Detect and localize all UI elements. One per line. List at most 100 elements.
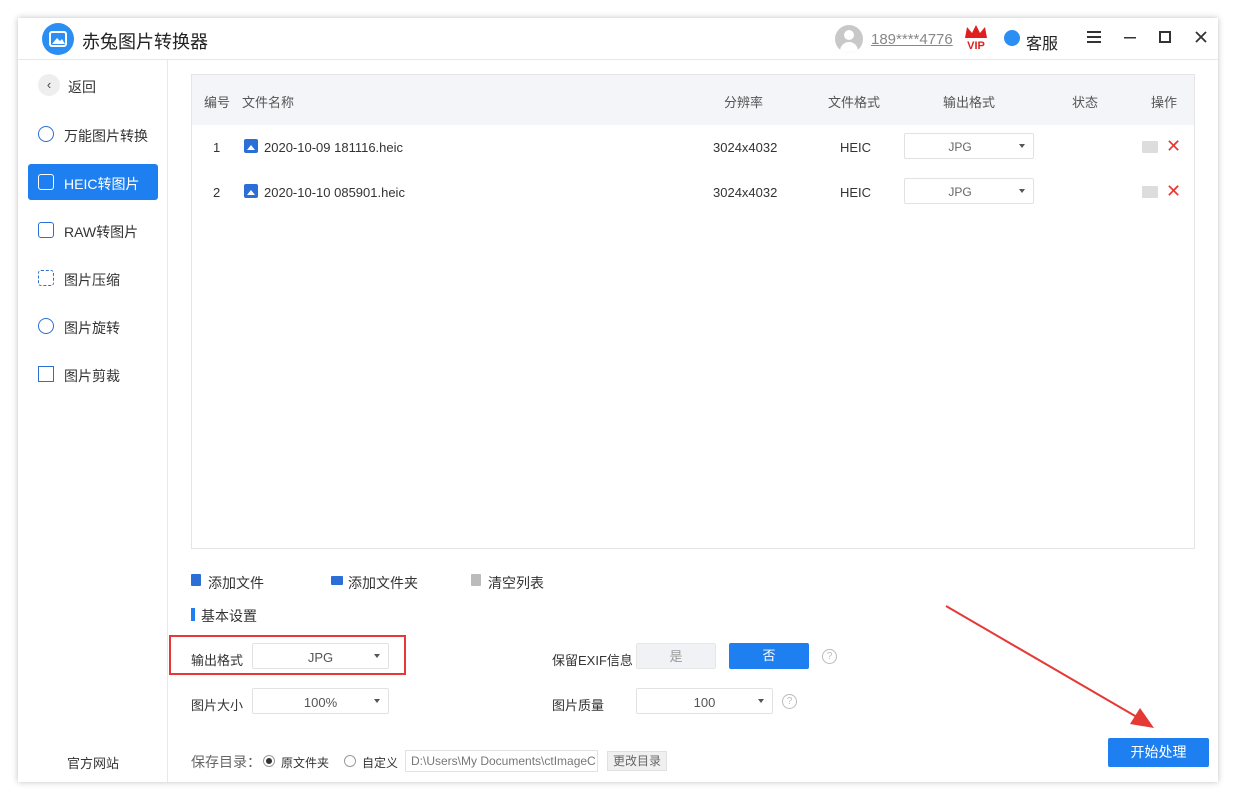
sidebar-item-crop[interactable]: 图片剪裁 xyxy=(28,356,158,392)
caret-down-icon xyxy=(374,654,380,658)
header-status: 状态 xyxy=(1072,95,1099,110)
minimize-icon[interactable] xyxy=(1119,28,1141,50)
clear-list-label: 清空列表 xyxy=(488,575,544,591)
table-header: 编号 文件名称 分辨率 文件格式 输出格式 状态 操作 xyxy=(192,75,1194,125)
open-folder-icon[interactable] xyxy=(1142,186,1158,198)
maximize-icon[interactable] xyxy=(1154,28,1176,50)
header-action: 操作 xyxy=(1151,95,1178,110)
caret-down-icon xyxy=(1019,144,1025,148)
row-output-select[interactable]: JPG xyxy=(904,178,1034,204)
raw-icon xyxy=(38,222,54,238)
app-window: 赤兔图片转换器 189****4776 VIP 客服 ‹ 返回 万能图片转换 H… xyxy=(18,18,1218,782)
row-output-select[interactable]: JPG xyxy=(904,133,1034,159)
sidebar-item-label: 图片旋转 xyxy=(64,320,120,336)
sidebar-item-heic[interactable]: HEIC转图片 xyxy=(28,164,158,200)
user-account-link[interactable]: 189****4776 xyxy=(871,31,953,48)
table-row: 2 2020-10-10 085901.heic 3024x4032 HEIC … xyxy=(192,170,1194,215)
image-file-icon xyxy=(244,139,258,153)
settings-title: 基本设置 xyxy=(191,606,257,626)
caret-down-icon xyxy=(374,699,380,703)
open-folder-icon[interactable] xyxy=(1142,141,1158,153)
quality-label: 图片质量 xyxy=(552,698,605,713)
sidebar-item-universal-convert[interactable]: 万能图片转换 xyxy=(28,116,158,152)
delete-icon[interactable]: ✕ xyxy=(1166,180,1181,202)
row-output-value: JPG xyxy=(948,140,972,154)
header-index: 编号 xyxy=(204,95,231,110)
customer-service-icon[interactable] xyxy=(1004,30,1020,46)
sidebar-item-label: 图片压缩 xyxy=(64,272,120,288)
radio-custom-folder[interactable] xyxy=(344,755,356,767)
original-folder-label[interactable]: 原文件夹 xyxy=(281,754,329,771)
sidebar: ‹ 返回 万能图片转换 HEIC转图片 RAW转图片 图片压缩 图片旋转 图片剪… xyxy=(18,60,168,782)
row-resolution: 3024x4032 xyxy=(713,140,778,155)
close-icon[interactable] xyxy=(1190,28,1212,50)
exif-no-button[interactable]: 否 xyxy=(729,643,809,669)
user-avatar[interactable] xyxy=(835,25,863,53)
output-format-value: JPG xyxy=(307,650,334,665)
add-file-icon xyxy=(191,574,201,586)
table-row: 1 2020-10-09 181116.heic 3024x4032 HEIC … xyxy=(192,125,1194,170)
header-filename: 文件名称 xyxy=(242,95,295,110)
compress-icon xyxy=(38,270,54,286)
add-folder-icon xyxy=(331,576,343,585)
help-icon[interactable]: ? xyxy=(822,649,837,664)
add-folder-label: 添加文件夹 xyxy=(348,575,418,591)
change-directory-button[interactable]: 更改目录 xyxy=(607,751,667,771)
chevron-left-icon: ‹ xyxy=(38,74,60,96)
save-path-field[interactable]: D:\Users\My Documents\ctImageC xyxy=(405,750,598,772)
broom-icon xyxy=(471,574,481,586)
rotate-icon xyxy=(38,318,54,334)
vip-crown-icon[interactable]: VIP xyxy=(963,24,989,54)
image-convert-icon xyxy=(38,126,54,142)
sidebar-item-rotate[interactable]: 图片旋转 xyxy=(28,308,158,344)
radio-original-folder[interactable] xyxy=(263,755,275,767)
row-format: HEIC xyxy=(840,185,872,200)
header-format: 文件格式 xyxy=(828,95,881,110)
official-website-link[interactable]: 官方网站 xyxy=(18,753,168,772)
image-size-label: 图片大小 xyxy=(191,698,244,713)
output-format-label: 输出格式 xyxy=(191,653,244,668)
image-size-select[interactable]: 100% xyxy=(252,688,389,714)
menu-icon[interactable] xyxy=(1083,28,1105,50)
quality-select[interactable]: 100 xyxy=(636,688,773,714)
image-size-value: 100% xyxy=(303,695,338,710)
image-file-icon xyxy=(244,184,258,198)
title-bar: 赤兔图片转换器 189****4776 VIP 客服 xyxy=(18,18,1218,60)
add-file-label: 添加文件 xyxy=(208,575,264,591)
vip-badge-label: VIP xyxy=(967,40,985,52)
sidebar-item-label: RAW转图片 xyxy=(64,224,139,240)
settings-title-text: 基本设置 xyxy=(201,608,257,624)
save-directory-label: 保存目录： xyxy=(191,754,261,770)
row-resolution: 3024x4032 xyxy=(713,185,778,200)
app-logo-icon xyxy=(42,23,74,55)
sidebar-item-label: 万能图片转换 xyxy=(64,128,148,144)
caret-down-icon xyxy=(758,699,764,703)
app-title: 赤兔图片转换器 xyxy=(82,32,208,52)
caret-down-icon xyxy=(1019,189,1025,193)
custom-folder-label[interactable]: 自定义 xyxy=(362,754,398,771)
back-label: 返回 xyxy=(68,79,96,95)
row-filename: 2020-10-09 181116.heic xyxy=(264,140,404,155)
sidebar-item-raw[interactable]: RAW转图片 xyxy=(28,212,158,248)
row-format: HEIC xyxy=(840,140,872,155)
row-index: 1 xyxy=(213,140,221,155)
sidebar-item-compress[interactable]: 图片压缩 xyxy=(28,260,158,296)
file-table: 编号 文件名称 分辨率 文件格式 输出格式 状态 操作 1 2020-10-09… xyxy=(191,74,1195,549)
output-format-select[interactable]: JPG xyxy=(252,643,389,669)
help-icon[interactable]: ? xyxy=(782,694,797,709)
exif-yes-button[interactable]: 是 xyxy=(636,643,716,669)
start-process-button[interactable]: 开始处理 xyxy=(1108,738,1209,767)
row-index: 2 xyxy=(213,185,221,200)
keep-exif-label: 保留EXIF信息 xyxy=(552,653,633,668)
customer-service-label[interactable]: 客服 xyxy=(1026,30,1058,54)
sidebar-item-label: HEIC转图片 xyxy=(64,176,140,192)
sidebar-item-label: 图片剪裁 xyxy=(64,368,120,384)
crop-icon xyxy=(38,366,54,382)
header-resolution: 分辨率 xyxy=(724,95,764,110)
heic-icon xyxy=(38,174,54,190)
row-filename: 2020-10-10 085901.heic xyxy=(264,185,405,200)
row-output-value: JPG xyxy=(948,185,972,199)
delete-icon[interactable]: ✕ xyxy=(1166,135,1181,157)
quality-value: 100 xyxy=(693,695,716,710)
header-output: 输出格式 xyxy=(943,95,996,110)
